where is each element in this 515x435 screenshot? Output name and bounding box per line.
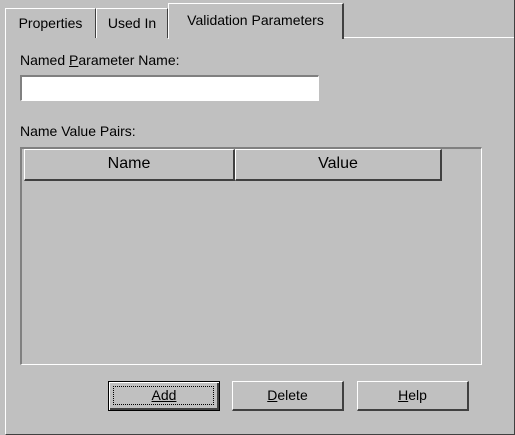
name-value-pairs-label: Name Value Pairs: [20,123,136,139]
column-header-value[interactable]: Value [235,149,442,181]
named-parameter-name-input[interactable] [20,75,319,101]
parameter-label-accelerator: P [69,52,79,68]
column-header-name[interactable]: Name [24,149,235,181]
add-button[interactable]: Add [108,381,220,411]
parameter-label-prefix: Named [20,52,70,68]
tab-validation-parameters[interactable]: Validation Parameters [168,3,344,39]
tab-used-in[interactable]: Used In [96,8,168,38]
named-parameter-name-label: Named Parameter Name: [20,52,180,68]
add-button-label: Add [151,387,177,403]
parameter-label-suffix: arameter Name: [78,52,180,68]
help-button[interactable]: Help [357,381,469,411]
tab-properties[interactable]: Properties [5,8,96,38]
delete-button-label-rest: elete [277,387,308,403]
delete-button-accelerator: D [267,387,278,403]
delete-button[interactable]: Delete [232,381,344,411]
help-button-label-rest: elp [408,387,427,403]
help-button-accelerator: H [398,387,409,403]
name-value-pairs-grid[interactable]: Name Value [20,147,482,365]
grid-rows-area[interactable] [22,181,481,364]
dialog-window: Properties Used In Validation Parameters… [0,0,515,435]
